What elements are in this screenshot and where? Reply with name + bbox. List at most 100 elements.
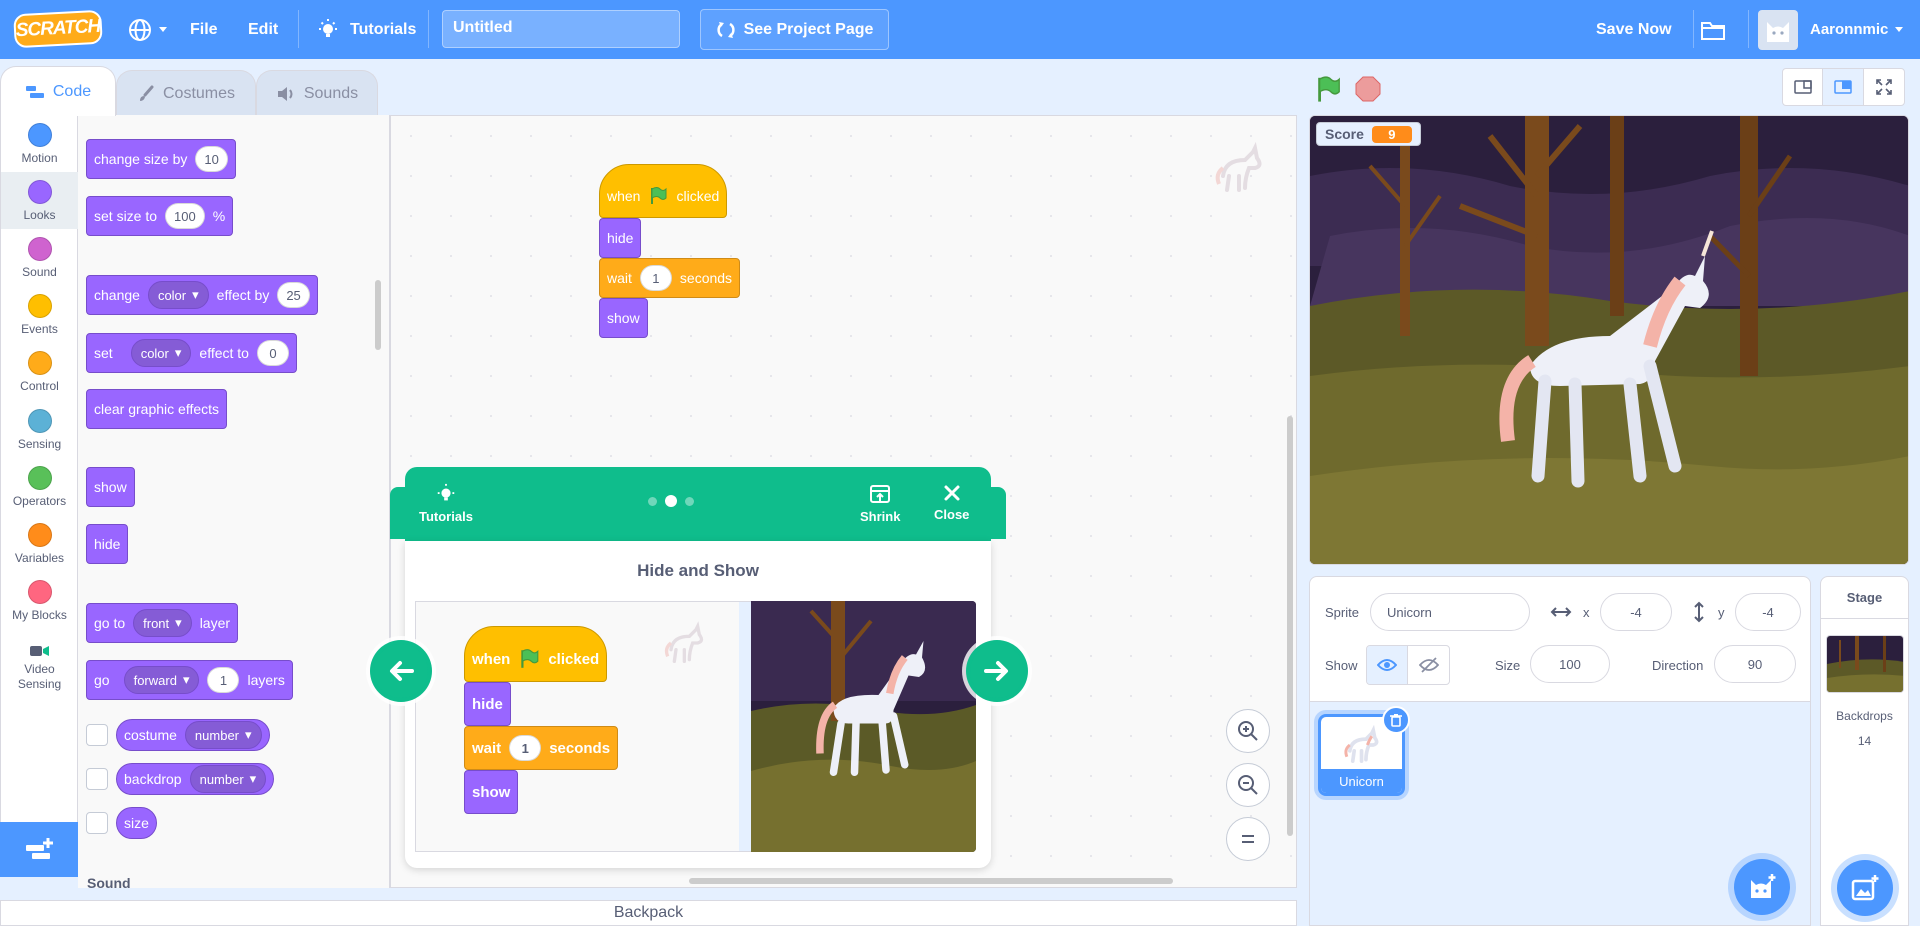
add-extension-button[interactable] <box>0 822 78 877</box>
add-backdrop-button[interactable] <box>1837 860 1893 916</box>
speaker-icon <box>277 86 293 101</box>
costume-dropdown[interactable]: number ▾ <box>184 721 262 749</box>
number-input[interactable]: 1 <box>207 667 240 693</box>
horizontal-arrows-icon <box>1550 607 1572 617</box>
y-input[interactable]: -4 <box>1735 593 1801 631</box>
effect-dropdown[interactable]: color ▾ <box>147 281 209 309</box>
block-set-size-to[interactable]: set size to 100% <box>86 196 234 236</box>
tab-sounds[interactable]: Sounds <box>256 70 378 116</box>
previous-step-button[interactable] <box>370 640 432 702</box>
block-set-effect[interactable]: set color ▾ effect to 0 <box>86 333 297 373</box>
category-operators[interactable]: Operators <box>1 458 78 515</box>
zoom-reset-button[interactable] <box>1226 817 1270 861</box>
block-hide[interactable]: hide <box>86 524 129 564</box>
palette-scrollbar[interactable] <box>375 280 381 350</box>
layer-dropdown[interactable]: front ▾ <box>133 609 192 637</box>
next-step-button[interactable] <box>966 640 1028 702</box>
score-monitor[interactable]: Score 9 <box>1316 122 1421 146</box>
category-control[interactable]: Control <box>1 343 78 400</box>
fullscreen-button[interactable] <box>1864 69 1904 105</box>
hide-sprite-button[interactable] <box>1408 646 1449 684</box>
tutorials-library-button[interactable]: Tutorials <box>419 483 473 524</box>
scratch-logo[interactable]: SCRATCH <box>13 9 103 49</box>
size-monitor-checkbox[interactable] <box>86 812 108 834</box>
backdrop-thumbnail[interactable] <box>1826 635 1904 693</box>
block-when-flag-clicked[interactable]: when clicked <box>599 164 728 218</box>
backdrop-monitor-checkbox[interactable] <box>86 768 108 790</box>
step-dot[interactable] <box>685 496 694 506</box>
small-stage-button[interactable] <box>1783 69 1824 105</box>
save-now-button[interactable]: Save Now <box>1596 0 1672 59</box>
language-menu[interactable] <box>128 0 168 59</box>
block-go-to-layer[interactable]: go to front ▾ layer <box>86 603 239 643</box>
block-change-effect[interactable]: change color ▾ effect by 25 <box>86 275 318 315</box>
number-input[interactable]: 100 <box>165 203 205 229</box>
backpack-bar[interactable]: Backpack <box>0 900 1297 926</box>
account-menu[interactable]: Aaronnmic <box>1758 0 1904 59</box>
category-sound[interactable]: Sound <box>1 229 78 286</box>
direction-input[interactable]: 90 <box>1714 645 1796 683</box>
delete-sprite-button[interactable] <box>1382 706 1410 734</box>
category-sensing[interactable]: Sensing <box>1 401 78 458</box>
stage-pane[interactable]: Stage Backdrops 14 <box>1820 576 1909 926</box>
block-backdrop-reporter[interactable]: backdrop number ▾ <box>116 763 275 795</box>
backdrop-dropdown[interactable]: number ▾ <box>189 765 267 793</box>
size-input[interactable]: 100 <box>1530 645 1610 683</box>
stop-button[interactable] <box>1353 74 1383 104</box>
block-size-reporter[interactable]: size <box>116 807 157 839</box>
number-input[interactable]: 1 <box>639 265 672 291</box>
x-value: -4 <box>1630 604 1642 620</box>
my-stuff-button[interactable] <box>1700 0 1726 59</box>
x-input[interactable]: -4 <box>1600 593 1672 631</box>
block-clear-graphic-effects[interactable]: clear graphic effects <box>86 389 228 429</box>
edit-menu[interactable]: Edit <box>248 0 278 59</box>
category-my-blocks[interactable]: My Blocks <box>1 572 78 629</box>
file-menu[interactable]: File <box>190 0 218 59</box>
tutorial-body: Hide and Show when clicked hide wait 1 sec… <box>405 541 991 868</box>
category-variables[interactable]: Variables <box>1 515 78 572</box>
costume-monitor-checkbox[interactable] <box>86 724 108 746</box>
project-title-input[interactable]: Untitled <box>442 10 680 48</box>
category-looks[interactable]: Looks <box>1 172 78 229</box>
show-sprite-button[interactable] <box>1367 646 1409 684</box>
effect-dropdown[interactable]: color ▾ <box>130 339 192 367</box>
block-change-size-by[interactable]: change size by 10 <box>86 139 236 179</box>
category-events[interactable]: Events <box>1 286 78 343</box>
green-flag-button[interactable] <box>1313 74 1343 104</box>
zoom-out-icon <box>1238 775 1258 795</box>
block-costume-reporter[interactable]: costume number ▾ <box>116 719 270 751</box>
number-input[interactable]: 10 <box>195 146 228 172</box>
block-show: show <box>464 770 519 814</box>
block-show[interactable]: show <box>599 298 648 338</box>
workspace-vertical-scrollbar[interactable] <box>1287 416 1293 836</box>
stage-canvas[interactable]: Score 9 <box>1309 115 1909 565</box>
tab-code[interactable]: Code <box>0 66 116 116</box>
category-label: Sound <box>22 264 57 279</box>
shrink-button[interactable]: Shrink <box>860 483 900 524</box>
vertical-arrows-icon <box>1694 601 1704 623</box>
category-video-sensing[interactable]: Video Sensing <box>1 635 78 701</box>
see-project-page-button[interactable]: See Project Page <box>700 9 889 50</box>
block-text: size <box>124 815 149 831</box>
category-motion[interactable]: Motion <box>1 115 78 172</box>
block-go-layers[interactable]: go forward ▾ 1 layers <box>86 660 293 700</box>
number-input[interactable]: 0 <box>256 340 289 366</box>
block-hide[interactable]: hide <box>599 218 642 258</box>
step-dot-active[interactable] <box>665 495 677 507</box>
workspace-horizontal-scrollbar[interactable] <box>689 878 1173 884</box>
tab-costumes[interactable]: Costumes <box>116 70 256 116</box>
zoom-out-button[interactable] <box>1226 763 1270 807</box>
block-text: hide <box>472 695 503 713</box>
zoom-in-button[interactable] <box>1226 709 1270 753</box>
add-sprite-button[interactable] <box>1734 859 1790 915</box>
tutorials-menu[interactable]: Tutorials <box>316 0 416 59</box>
block-wait-seconds[interactable]: wait 1 seconds <box>599 258 741 298</box>
avatar <box>1758 9 1798 50</box>
block-show[interactable]: show <box>86 467 135 507</box>
close-button[interactable]: Close <box>934 483 969 522</box>
normal-stage-button[interactable] <box>1823 69 1864 105</box>
number-input[interactable]: 25 <box>277 282 310 308</box>
direction-dropdown[interactable]: forward ▾ <box>123 666 200 694</box>
step-dot[interactable] <box>648 496 657 506</box>
sprite-name-input[interactable]: Unicorn <box>1370 593 1530 631</box>
